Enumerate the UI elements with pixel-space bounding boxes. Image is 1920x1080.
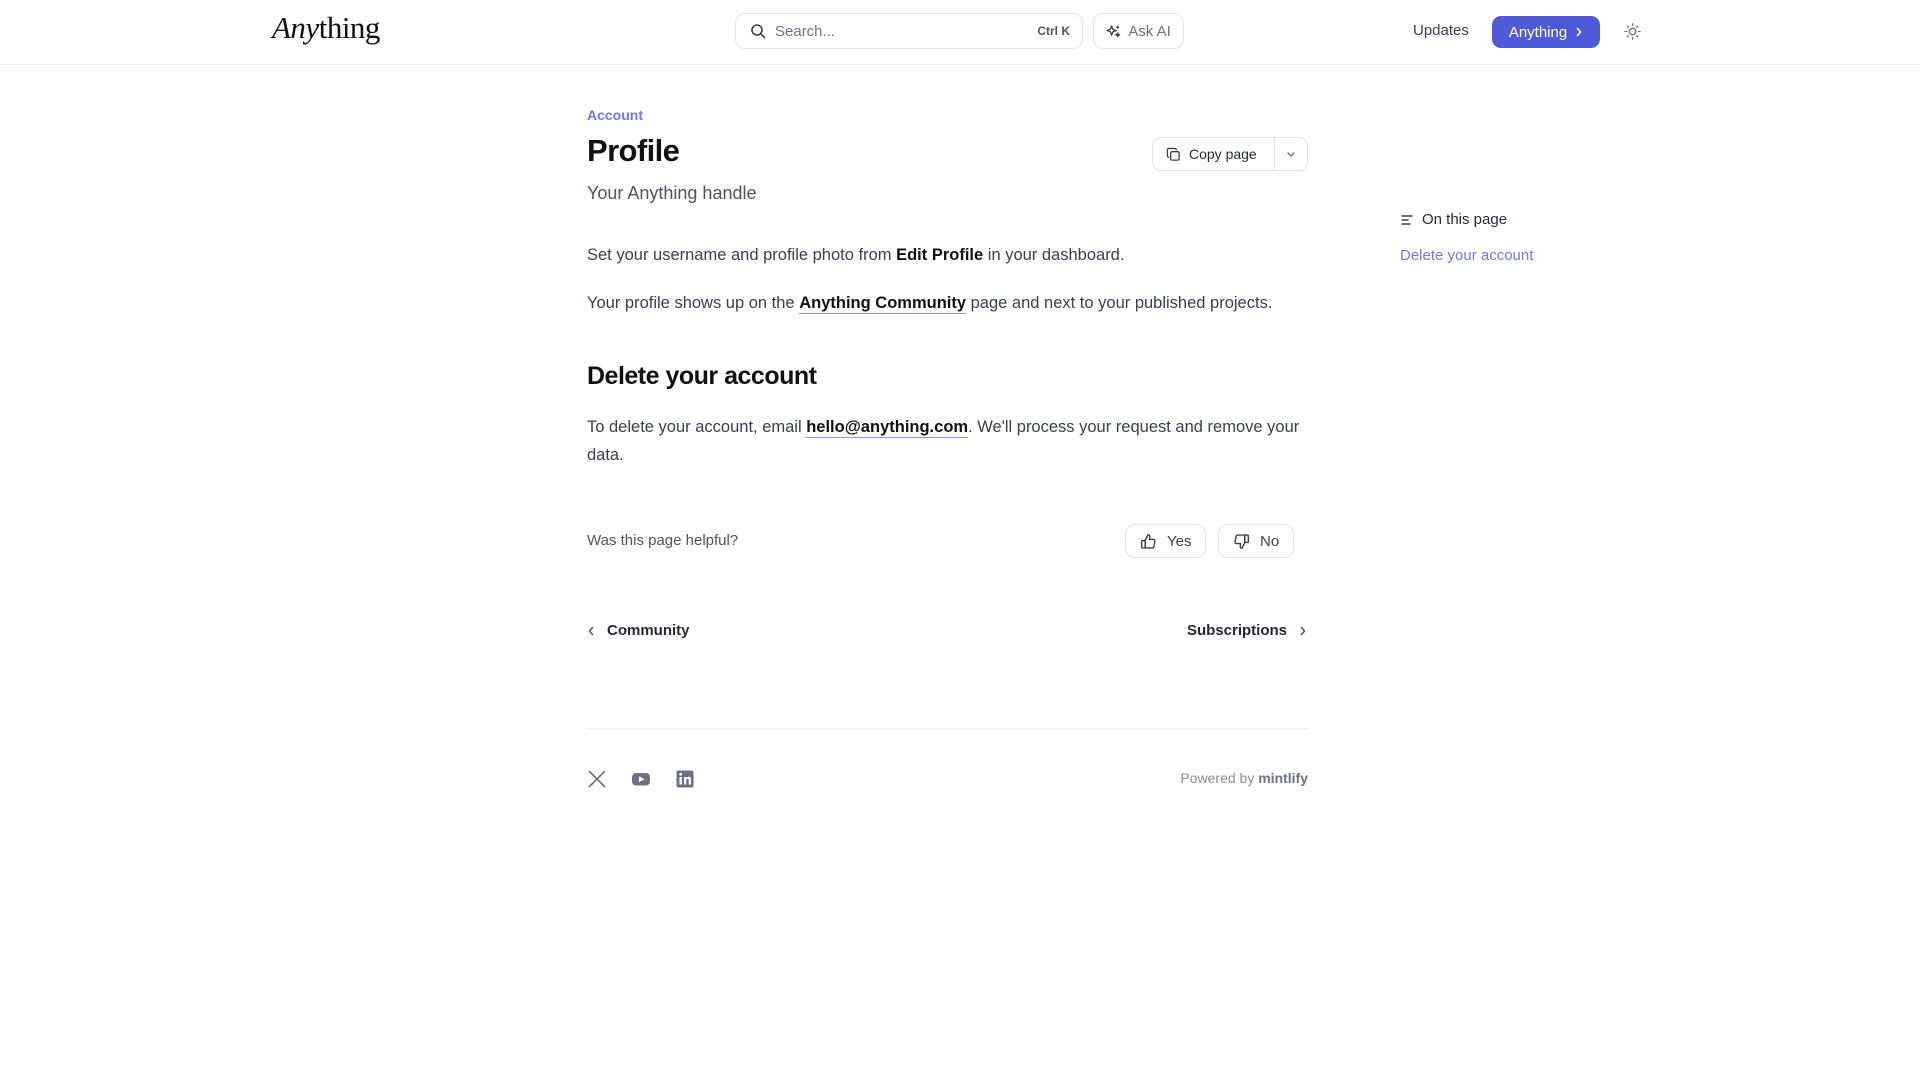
search-icon xyxy=(751,24,766,39)
anything-cta-button[interactable]: Anything xyxy=(1492,16,1600,48)
breadcrumb[interactable]: Account xyxy=(587,107,643,123)
p1-text-pre: Set your username and profile photo from xyxy=(587,246,897,264)
logo[interactable]: Anything xyxy=(272,10,380,46)
feedback-yes-label: Yes xyxy=(1167,532,1192,550)
p1-text-post: in your dashboard. xyxy=(983,246,1125,264)
youtube-icon[interactable] xyxy=(631,769,651,789)
top-header: Anything Search... Ctrl K Ask AI Updates… xyxy=(0,0,1920,65)
chevron-right-icon xyxy=(1300,626,1306,635)
copy-icon xyxy=(1166,147,1180,161)
feedback-no-button[interactable]: No xyxy=(1218,524,1295,558)
logo-part1: Any xyxy=(272,10,319,45)
section-heading-delete: Delete your account xyxy=(587,362,817,390)
ask-ai-label: Ask AI xyxy=(1128,22,1171,40)
sun-icon[interactable] xyxy=(1624,23,1641,40)
chevron-right-icon xyxy=(1576,27,1582,37)
prev-page-link[interactable]: Community xyxy=(587,622,690,639)
feedback-yes-button[interactable]: Yes xyxy=(1125,524,1207,558)
thumbs-up-icon xyxy=(1140,533,1156,549)
p2-text-pre: Your profile shows up on the xyxy=(587,294,800,312)
prev-page-label: Community xyxy=(607,622,690,639)
footer-divider xyxy=(587,728,1308,729)
copy-page-dropdown[interactable] xyxy=(1275,138,1307,170)
search-placeholder: Search... xyxy=(775,22,836,40)
logo-part2: thing xyxy=(318,10,381,45)
updates-link[interactable]: Updates xyxy=(1413,22,1469,39)
x-icon[interactable] xyxy=(587,769,607,789)
p2-text-post: page and next to your published projects… xyxy=(966,294,1273,312)
powered-prefix: Powered by xyxy=(1180,770,1259,786)
search-input[interactable]: Search... Ctrl K xyxy=(735,13,1083,49)
toc-heading-label: On this page xyxy=(1422,211,1508,228)
thumbs-down-icon xyxy=(1234,533,1250,549)
copy-page-group: Copy page xyxy=(1152,137,1308,171)
paragraph-delete: To delete your account, email hello@anyt… xyxy=(587,413,1317,469)
email-link[interactable]: hello@anything.com xyxy=(806,418,969,438)
sparkle-icon xyxy=(1106,24,1121,37)
next-page-link[interactable]: Subscriptions xyxy=(1187,622,1307,639)
cta-label: Anything xyxy=(1508,23,1568,41)
page-subtitle: Your Anything handle xyxy=(587,183,757,203)
p1-edit-profile: Edit Profile xyxy=(896,246,984,264)
powered-by[interactable]: Powered by mintlify xyxy=(1180,770,1308,786)
linkedin-icon[interactable] xyxy=(675,769,695,789)
toc-item-delete-account[interactable]: Delete your account xyxy=(1400,247,1533,264)
copy-page-label: Copy page xyxy=(1189,146,1257,162)
list-icon xyxy=(1401,214,1413,225)
p3-text-pre: To delete your account, email xyxy=(587,418,807,436)
paragraph-community: Your profile shows up on the Anything Co… xyxy=(587,289,1317,317)
feedback-question: Was this page helpful? xyxy=(587,532,739,549)
copy-page-button[interactable]: Copy page xyxy=(1153,138,1275,170)
chevron-down-icon xyxy=(1287,151,1295,157)
community-link[interactable]: Anything Community xyxy=(799,294,967,314)
chevron-left-icon xyxy=(588,626,594,635)
paragraph-edit-profile: Set your username and profile photo from… xyxy=(587,241,1317,269)
feedback-no-label: No xyxy=(1260,532,1280,550)
ask-ai-button[interactable]: Ask AI xyxy=(1093,13,1184,49)
toc-heading: On this page xyxy=(1400,211,1507,228)
search-shortcut: Ctrl K xyxy=(1037,24,1070,38)
next-page-label: Subscriptions xyxy=(1186,622,1287,639)
powered-brand: mintlify xyxy=(1258,770,1308,786)
page-title: Profile xyxy=(587,133,680,168)
